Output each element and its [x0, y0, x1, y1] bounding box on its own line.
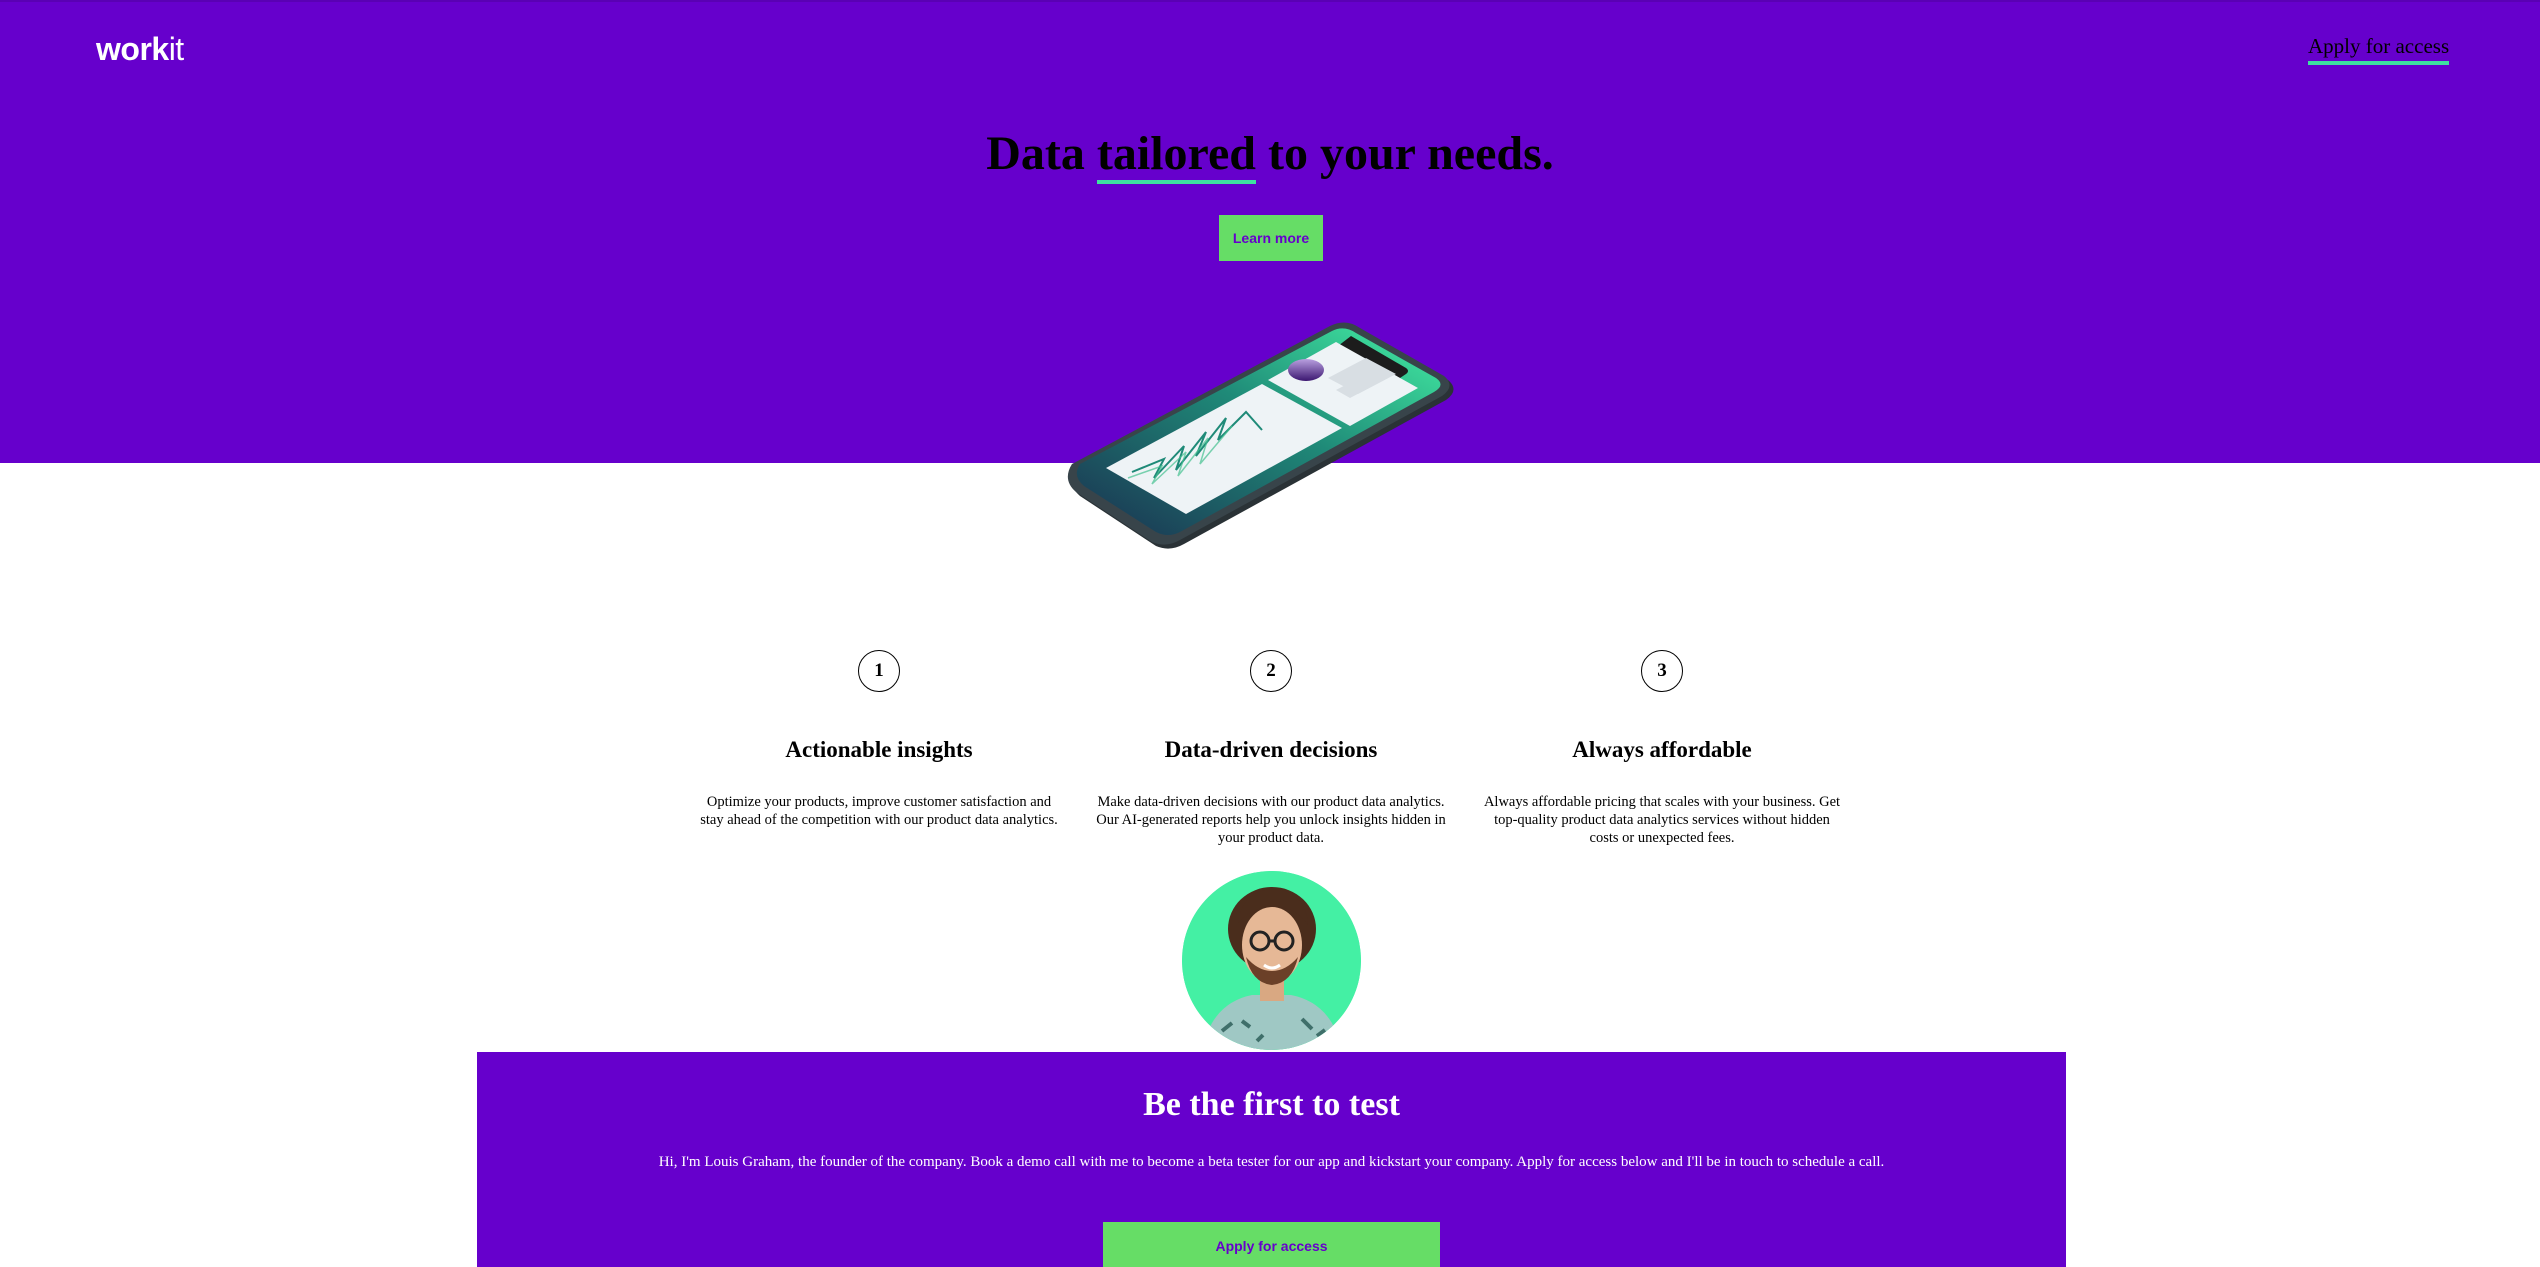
founder-avatar [1182, 871, 1361, 1050]
learn-more-button[interactable]: Learn more [1219, 215, 1323, 261]
beta-signup-section: Be the first to test Hi, I'm Louis Graha… [477, 1052, 2066, 1267]
hero-headline: Data tailored to your needs. [0, 126, 2540, 184]
feature-number-badge: 1 [858, 650, 900, 692]
feature-description: Make data-driven decisions with our prod… [1096, 794, 1446, 846]
feature-description: Always affordable pricing that scales wi… [1483, 794, 1841, 846]
founder-portrait-image [1182, 871, 1361, 1050]
feature-actionable-insights: 1 Actionable insights Optimize your prod… [689, 650, 1069, 829]
feature-always-affordable: 3 Always affordable Always affordable pr… [1472, 650, 1852, 847]
feature-description: Optimize your products, improve customer… [700, 794, 1058, 828]
feature-number-badge: 2 [1250, 650, 1292, 692]
workit-logo[interactable]: workit [96, 31, 184, 68]
cta-text: Hi, I'm Louis Graham, the founder of the… [658, 1154, 1885, 1170]
feature-title: Always affordable [1572, 737, 1752, 762]
phone-analytics-illustration [1067, 322, 1454, 549]
headline-underlined-word: tailored [1096, 127, 1256, 184]
feature-title: Actionable insights [785, 737, 973, 762]
feature-data-driven-decisions: 2 Data-driven decisions Make data-driven… [1081, 650, 1461, 847]
apply-for-access-button[interactable]: Apply for access [1103, 1222, 1440, 1267]
feature-number-badge: 3 [1641, 650, 1683, 692]
feature-title: Data-driven decisions [1164, 737, 1378, 762]
cta-title: Be the first to test [1143, 1086, 1400, 1123]
nav-apply-for-access-link[interactable]: Apply for access [2308, 34, 2450, 65]
